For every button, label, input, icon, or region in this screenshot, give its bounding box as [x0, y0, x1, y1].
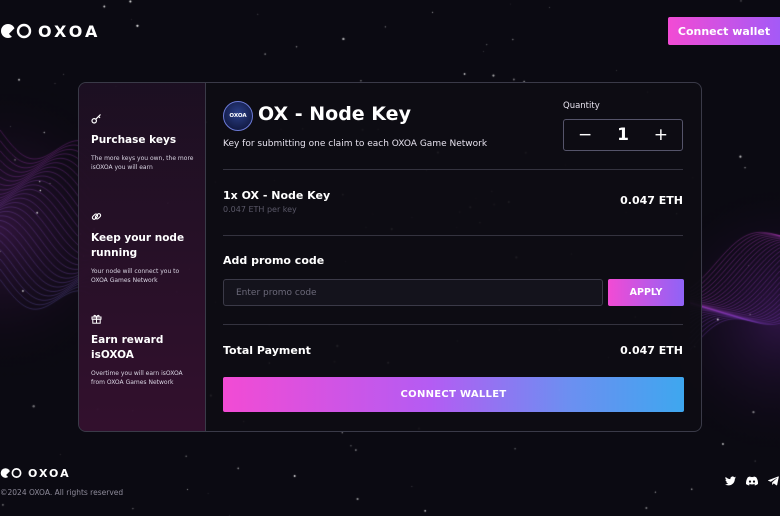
discord-icon[interactable]: [746, 476, 758, 486]
feature-text: Overtime you will earn isOXOA from OXOA …: [91, 370, 183, 386]
feature-title: Keep your node running: [91, 232, 185, 259]
checkout-panel: OXOA OX - Node Key Key for submitting on…: [206, 83, 701, 431]
connect-wallet-button[interactable]: Connect wallet: [668, 17, 780, 45]
feature-keep-node-running: Keep your node running Your node will co…: [91, 211, 195, 285]
feature-title: Earn reward isOXOA: [91, 334, 164, 361]
feature-title: Purchase keys: [91, 134, 177, 146]
purchase-card: Purchase keys The more keys you own, the…: [78, 82, 702, 432]
oxoa-logo-icon: [0, 21, 32, 41]
oxoa-logo-icon: [0, 466, 22, 480]
feature-text: The more keys you own, the more isOXOA y…: [91, 155, 194, 171]
quantity-label: Quantity: [563, 101, 600, 111]
feature-purchase-keys: Purchase keys The more keys you own, the…: [91, 113, 195, 172]
footer-brand-name: OXOA: [28, 466, 71, 480]
apply-promo-button[interactable]: APPLY: [608, 279, 684, 306]
gift-icon: [91, 313, 195, 327]
link-icon: [91, 211, 195, 225]
brand-name: OXOA: [38, 21, 101, 41]
footer-logo[interactable]: OXOA: [0, 466, 71, 480]
key-icon: [91, 113, 195, 127]
header-logo[interactable]: OXOA: [0, 21, 100, 41]
line-item-unit-price: 0.047 ETH per key: [223, 205, 297, 214]
divider: [223, 235, 683, 236]
features-sidebar: Purchase keys The more keys you own, the…: [79, 83, 206, 431]
quantity-stepper: − 1 +: [563, 119, 683, 151]
line-item-price: 0.047 ETH: [620, 194, 683, 207]
total-label: Total Payment: [223, 344, 311, 357]
product-subtitle: Key for submitting one claim to each OXO…: [223, 139, 488, 149]
quantity-value: 1: [617, 125, 629, 145]
total-value: 0.047 ETH: [620, 344, 683, 357]
social-links: [725, 476, 779, 486]
connect-wallet-cta-button[interactable]: CONNECT WALLET: [223, 377, 684, 412]
line-item-name: 1x OX - Node Key: [223, 189, 331, 202]
telegram-icon[interactable]: [768, 476, 779, 486]
feature-earn-reward: Earn reward isOXOA Overtime you will ear…: [91, 313, 195, 387]
copyright-text: ©2024 OXOA. All rights reserved: [0, 488, 124, 497]
increment-button[interactable]: +: [654, 125, 668, 145]
divider: [223, 169, 683, 170]
product-title: OX - Node Key: [258, 103, 411, 125]
promo-code-input[interactable]: [223, 279, 603, 306]
promo-heading: Add promo code: [223, 254, 325, 267]
twitter-icon[interactable]: [725, 476, 736, 486]
divider: [223, 324, 683, 325]
decrement-button[interactable]: −: [578, 125, 592, 145]
feature-text: Your node will connect you to OXOA Games…: [91, 268, 180, 284]
node-key-avatar: OXOA: [223, 101, 253, 131]
